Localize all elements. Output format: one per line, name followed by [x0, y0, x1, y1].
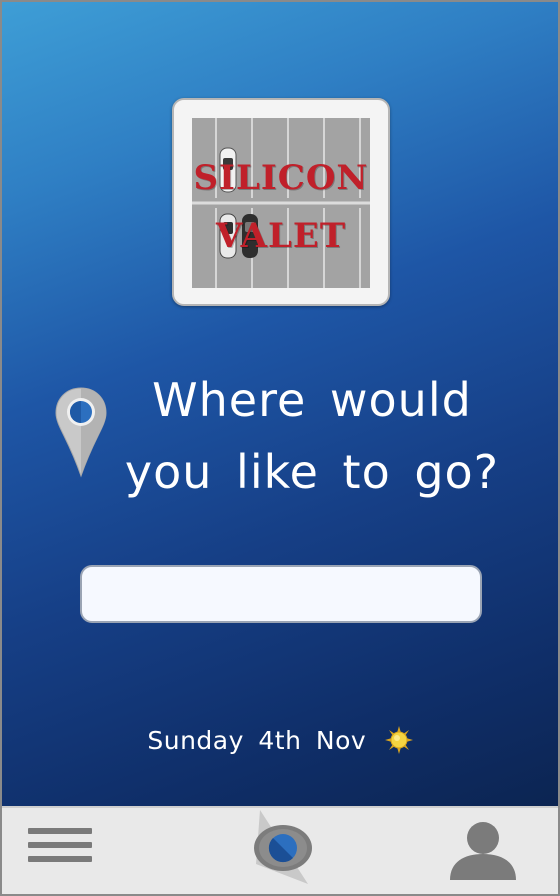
- headline-line-1: Where would: [152, 373, 472, 427]
- logo-line-2: VALET: [215, 216, 347, 256]
- date-weather-row: Sunday 4th Nov: [2, 726, 558, 756]
- headline-prompt: Where would you like to go?: [122, 364, 502, 508]
- hamburger-menu-icon[interactable]: [28, 828, 92, 874]
- sun-icon: [384, 726, 413, 754]
- date-label: Sunday 4th Nov: [147, 726, 367, 755]
- logo-line-1: SILICON: [193, 158, 369, 198]
- parking-lot-graphic: [192, 118, 370, 288]
- bottom-nav-bar: [2, 806, 558, 894]
- user-profile-icon[interactable]: [448, 820, 518, 882]
- destination-search-input[interactable]: [80, 565, 482, 623]
- headline-line-2: you like to go?: [124, 445, 500, 499]
- compass-icon[interactable]: [250, 810, 316, 886]
- app-logo: SILICON VALET: [172, 98, 390, 306]
- app-screen: SILICON VALET Where would you like to go…: [0, 0, 560, 896]
- logo-image: SILICON VALET: [192, 118, 370, 288]
- location-pin-icon: [55, 387, 107, 478]
